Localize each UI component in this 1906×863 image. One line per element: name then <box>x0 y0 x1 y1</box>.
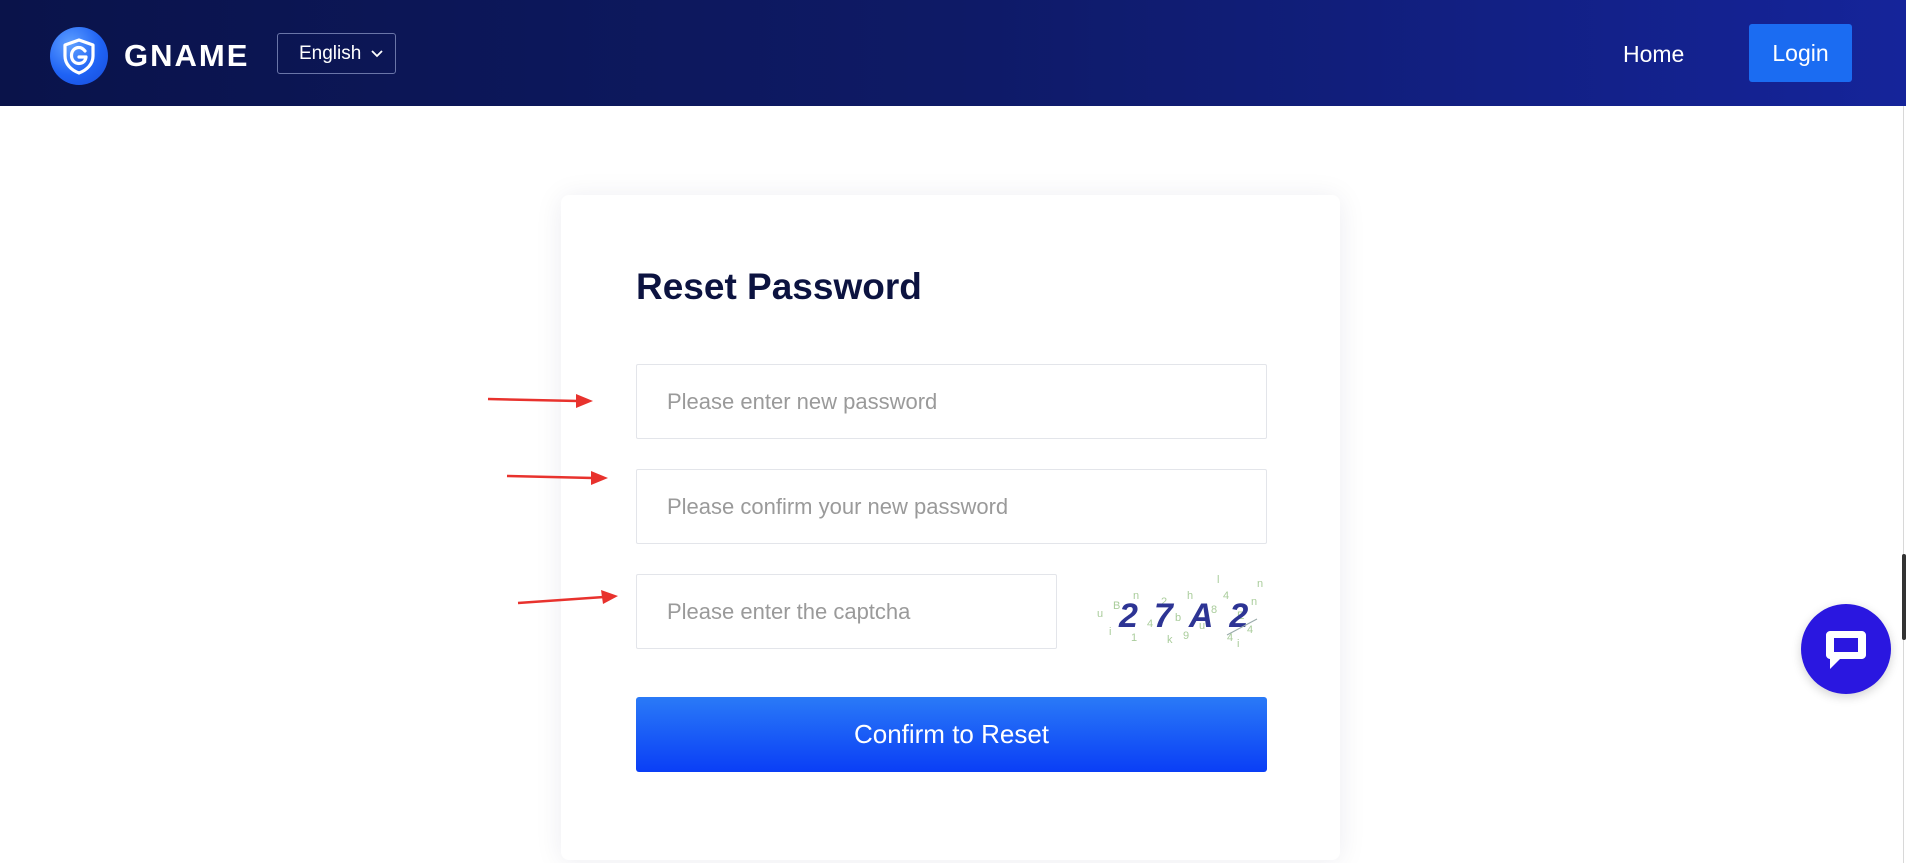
svg-text:l: l <box>1217 574 1219 586</box>
confirm-reset-button[interactable]: Confirm to Reset <box>636 697 1267 772</box>
red-arrow-icon <box>487 394 593 408</box>
chat-bubble-icon <box>1826 631 1866 669</box>
brand-logo-icon[interactable] <box>50 27 108 85</box>
chevron-down-icon <box>369 46 385 68</box>
svg-text:i: i <box>1237 638 1239 650</box>
chat-support-button[interactable] <box>1801 604 1891 694</box>
scrollbar-thumb[interactable] <box>1902 554 1906 640</box>
nav-home-link[interactable]: Home <box>1623 38 1684 70</box>
red-arrow-icon <box>506 471 608 485</box>
captcha-input[interactable] <box>636 574 1057 649</box>
captcha-text: 27A2 <box>1118 597 1264 635</box>
page-title: Reset Password <box>636 266 922 307</box>
login-button[interactable]: Login <box>1749 24 1852 82</box>
language-label: English <box>299 42 362 64</box>
top-header: GNAME English Home Login <box>0 0 1906 106</box>
svg-text:i: i <box>1109 626 1111 638</box>
scrollbar-track[interactable] <box>1903 106 1904 863</box>
reset-password-card: Reset Password uBn 42b hu8 4En i1k 44n l… <box>561 195 1340 860</box>
language-selector[interactable]: English <box>277 33 396 74</box>
svg-text:k: k <box>1167 634 1173 646</box>
svg-text:n: n <box>1257 578 1263 590</box>
shield-g-logo-icon <box>63 38 95 75</box>
red-arrow-icon <box>517 590 618 605</box>
svg-text:u: u <box>1097 608 1103 620</box>
new-password-input[interactable] <box>636 364 1267 439</box>
captcha-image[interactable]: uBn 42b hu8 4En i1k 44n l9i 27A2 <box>1087 569 1267 653</box>
confirm-password-input[interactable] <box>636 469 1267 544</box>
brand-name[interactable]: GNAME <box>124 38 249 74</box>
